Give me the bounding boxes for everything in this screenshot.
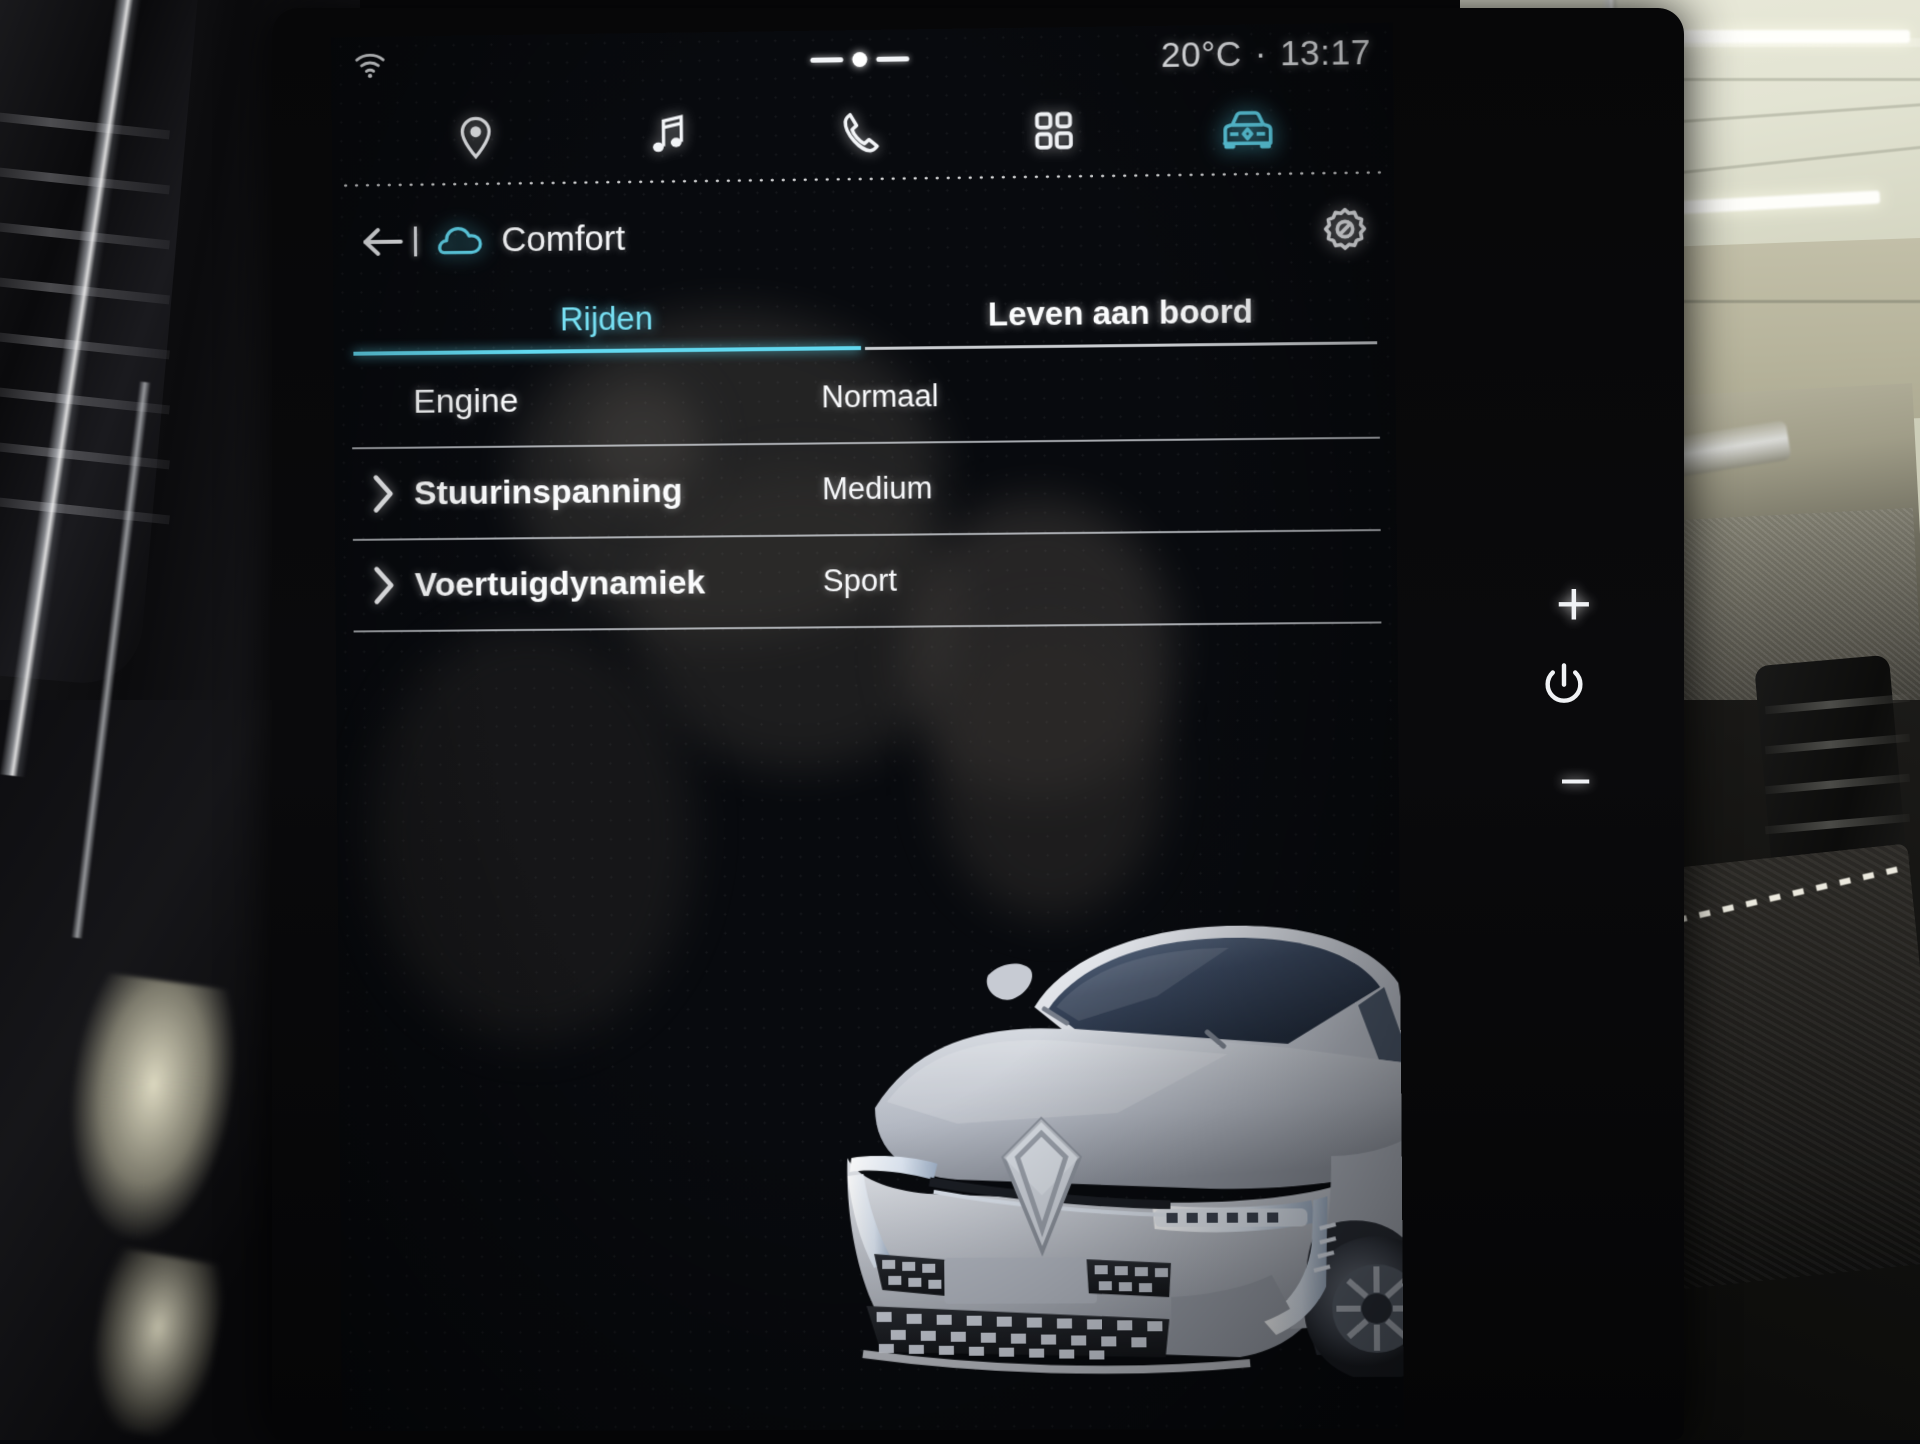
drag-handle-dot xyxy=(852,52,867,67)
chevron-right-icon[interactable] xyxy=(353,565,415,605)
settings-button[interactable] xyxy=(1322,206,1369,258)
infotainment-tablet: + − xyxy=(272,8,1684,1440)
outside-temperature: 20°C xyxy=(1161,35,1242,76)
vehicle-render-image xyxy=(815,854,1404,1378)
volume-down-glyph: − xyxy=(1559,753,1592,809)
drag-handle-bar-left xyxy=(810,57,843,62)
back-arrow-icon xyxy=(359,225,405,259)
power-button[interactable] xyxy=(1536,658,1592,714)
infotainment-screen: 20°C · 13:17 xyxy=(331,23,1404,1431)
phone-icon xyxy=(838,110,882,157)
nav-button-navigation[interactable] xyxy=(440,108,510,169)
settings-row-value: Sport xyxy=(823,563,897,600)
car-interior-scene: + − xyxy=(0,0,1920,1440)
tab-rijden[interactable]: Rijden xyxy=(351,282,863,356)
panel-drag-handle[interactable] xyxy=(810,51,909,67)
settings-row-value: Normaal xyxy=(821,378,938,415)
nav-button-phone[interactable] xyxy=(825,103,895,164)
clock-time: 13:17 xyxy=(1280,33,1371,74)
renault-megane-front-render xyxy=(815,854,1404,1378)
chevron-right-icon[interactable] xyxy=(352,474,414,514)
grid-apps-icon xyxy=(1033,109,1075,152)
volume-down-button[interactable]: − xyxy=(1559,753,1592,809)
power-icon xyxy=(1536,658,1592,714)
drag-handle-bar-right xyxy=(876,56,909,61)
nav-button-media[interactable] xyxy=(632,105,702,166)
engine-chevron-placeholder xyxy=(352,402,413,403)
settings-row-label: Voertuigdynamiek xyxy=(415,563,706,605)
nav-button-apps[interactable] xyxy=(1018,100,1089,161)
settings-list: Engine Normaal Stuurinspanning Medium Vo… xyxy=(351,346,1381,632)
tab-bar: Rijden Leven aan boord xyxy=(351,276,1379,356)
back-button[interactable] xyxy=(354,225,410,260)
settings-row-engine[interactable]: Engine Normaal xyxy=(351,346,1379,449)
tab-leven-aan-boord[interactable]: Leven aan boord xyxy=(862,276,1379,350)
main-navigation-bar xyxy=(332,87,1394,179)
header-divider xyxy=(414,226,417,256)
music-note-icon xyxy=(646,112,688,158)
settings-row-label: Stuurinspanning xyxy=(414,471,683,513)
settings-row-label: Engine xyxy=(413,381,518,421)
nav-button-vehicle[interactable] xyxy=(1212,97,1283,158)
wifi-icon xyxy=(353,51,387,84)
status-separator: · xyxy=(1255,34,1268,74)
tab-rijden-label: Rijden xyxy=(560,299,653,338)
tab-leven-aan-boord-label: Leven aan boord xyxy=(988,292,1253,333)
volume-up-glyph: + xyxy=(1556,574,1592,636)
status-info: 20°C · 13:17 xyxy=(1161,33,1371,76)
settings-row-stuurinspanning[interactable]: Stuurinspanning Medium xyxy=(352,439,1381,541)
page-header: Comfort xyxy=(332,191,1394,280)
volume-up-button[interactable]: + xyxy=(1556,574,1592,636)
cloud-icon xyxy=(435,224,485,258)
settings-row-value: Medium xyxy=(822,470,933,507)
settings-row-voertuigdynamiek[interactable]: Voertuigdynamiek Sport xyxy=(353,531,1382,632)
profile-cloud-button[interactable] xyxy=(435,224,485,258)
page-title: Comfort xyxy=(501,219,625,260)
gear-icon xyxy=(1322,206,1369,253)
location-pin-icon xyxy=(454,115,496,161)
car-front-icon xyxy=(1218,106,1277,151)
